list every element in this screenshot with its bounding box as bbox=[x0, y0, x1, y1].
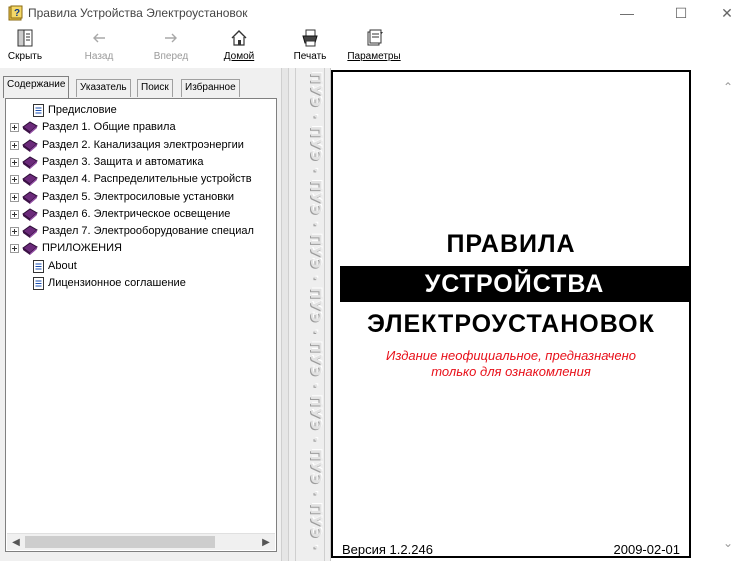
tree-item-label: ПРИЛОЖЕНИЯ bbox=[42, 242, 122, 255]
tree-item-label: Лицензионное соглашение bbox=[48, 277, 186, 289]
toolbar: Скрыть Назад Вперед Домой Печать Парамет… bbox=[0, 26, 750, 68]
print-button[interactable]: Печать bbox=[290, 28, 330, 66]
tree-item-label: Раздел 6. Электрическое освещение bbox=[42, 207, 231, 220]
tree-item[interactable]: Предисловие bbox=[6, 102, 274, 119]
forward-button[interactable]: Вперед bbox=[150, 28, 192, 66]
scroll-right-icon[interactable]: ▶ bbox=[259, 534, 273, 551]
maximize-button[interactable]: ☐ bbox=[658, 0, 704, 26]
tree-item[interactable]: Раздел 6. Электрическое освещение bbox=[6, 206, 274, 223]
scroll-thumb[interactable] bbox=[25, 536, 215, 548]
pane-splitter[interactable] bbox=[281, 68, 289, 561]
tree-item[interactable]: Раздел 1. Общие правила bbox=[6, 119, 274, 136]
svg-text:?: ? bbox=[14, 8, 20, 19]
expand-icon[interactable] bbox=[10, 157, 19, 167]
book-icon bbox=[22, 225, 38, 239]
tree-item-label: Раздел 1. Общие правила bbox=[42, 121, 176, 134]
close-button[interactable]: ✕ bbox=[704, 0, 750, 26]
book-icon bbox=[22, 208, 38, 221]
tree-item[interactable]: Лицензионное соглашение bbox=[6, 275, 274, 292]
forward-label: Вперед bbox=[153, 51, 189, 62]
print-label: Печать bbox=[293, 51, 327, 62]
tree-item[interactable]: Раздел 2. Канализация электроэнергии bbox=[6, 137, 274, 154]
window-title: Правила Устройства Электроустановок bbox=[28, 6, 248, 20]
tab-index[interactable]: Указатель bbox=[76, 79, 131, 97]
tree-item-label: Раздел 3. Защита и автоматика bbox=[42, 155, 204, 168]
tree-item[interactable]: ПРИЛОЖЕНИЯ bbox=[6, 240, 274, 257]
scroll-left-icon[interactable]: ◀ bbox=[9, 534, 23, 551]
tree-item-label: Раздел 2. Канализация электроэнергии bbox=[42, 138, 244, 151]
tree-item[interactable]: Раздел 3. Защита и автоматика bbox=[6, 154, 274, 171]
back-label: Назад bbox=[84, 51, 114, 62]
help-book-icon: ? bbox=[8, 5, 23, 21]
tree-item-label: Раздел 4. Распределительные устройств bbox=[42, 173, 252, 186]
minimize-button[interactable]: — bbox=[604, 0, 650, 26]
options-label: Параметры bbox=[347, 51, 401, 62]
cover-note-line2: только для ознакомления bbox=[431, 364, 591, 379]
cover-title-line3: ЭЛЕКТРОУСТАНОВОК bbox=[367, 310, 655, 338]
cover-note: Издание неофициальное, предназначено тол… bbox=[333, 348, 689, 380]
home-icon bbox=[231, 30, 247, 46]
content-pane: ПУЭ · ПУЭ · ПУЭ · ПУЭ · ПУЭ · ПУЭ · ПУЭ … bbox=[289, 68, 750, 561]
printer-icon bbox=[302, 29, 318, 47]
expand-icon[interactable] bbox=[10, 209, 19, 219]
hide-button[interactable]: Скрыть bbox=[6, 28, 44, 66]
expand-icon[interactable] bbox=[10, 140, 19, 150]
page-icon bbox=[33, 259, 44, 273]
tree-item-label: Предисловие bbox=[48, 104, 117, 116]
cover-page: ПРАВИЛА УСТРОЙСТВА ЭЛЕКТРОУСТАНОВОК Изда… bbox=[331, 70, 691, 558]
scroll-up-icon[interactable]: ⌃ bbox=[723, 80, 733, 94]
expand-icon[interactable] bbox=[10, 227, 19, 237]
book-icon bbox=[22, 139, 38, 152]
decorative-strip: ПУЭ · ПУЭ · ПУЭ · ПУЭ · ПУЭ · ПУЭ · ПУЭ … bbox=[289, 68, 331, 561]
tab-contents[interactable]: Содержание bbox=[3, 76, 70, 98]
page-icon bbox=[33, 104, 44, 117]
tree-item[interactable]: Раздел 5. Электросиловые установки bbox=[6, 189, 274, 206]
tree-item[interactable]: Раздел 7. Электрооборудование специал bbox=[6, 223, 274, 240]
contents-tree: Предисловие Раздел 1. Общие правила Раздел… bbox=[5, 98, 277, 552]
options-icon bbox=[367, 29, 383, 46]
horizontal-scrollbar[interactable]: ◀ ▶ bbox=[7, 533, 275, 550]
title-bar: ? Правила Устройства Электроустановок — … bbox=[0, 0, 750, 26]
options-button[interactable]: Параметры bbox=[346, 28, 402, 66]
book-icon bbox=[22, 173, 38, 187]
book-icon bbox=[22, 156, 38, 169]
expand-icon[interactable] bbox=[10, 244, 19, 254]
book-icon bbox=[22, 242, 38, 256]
expand-icon[interactable] bbox=[10, 192, 19, 202]
hide-pane-icon bbox=[17, 29, 33, 47]
tab-search[interactable]: Поиск bbox=[137, 79, 173, 97]
tree-item[interactable]: About bbox=[6, 258, 274, 275]
tree-item-label: Раздел 7. Электрооборудование специал bbox=[42, 225, 254, 238]
tab-favorites[interactable]: Избранное bbox=[181, 79, 240, 97]
tree-item-label: Раздел 5. Электросиловые установки bbox=[42, 190, 235, 203]
strip-watermark-text: ПУЭ · ПУЭ · ПУЭ · ПУЭ · ПУЭ · ПУЭ · ПУЭ … bbox=[307, 72, 323, 552]
book-icon bbox=[22, 190, 38, 204]
tree-item[interactable]: Раздел 4. Распределительные устройств bbox=[6, 171, 274, 188]
tree-item-label: About bbox=[48, 259, 77, 272]
hide-label: Скрыть bbox=[7, 51, 43, 62]
cover-title-line2: УСТРОЙСТВА bbox=[340, 266, 689, 302]
navigation-pane: Содержание Указатель Поиск Избранное Пре… bbox=[0, 68, 281, 561]
home-label: Домой bbox=[223, 51, 255, 62]
scroll-down-icon[interactable]: ⌄ bbox=[723, 536, 733, 550]
cover-title-line1: ПРАВИЛА bbox=[446, 230, 576, 258]
cover-date: 2009-02-01 bbox=[613, 542, 681, 557]
cover-note-line1: Издание неофициальное, предназначено bbox=[386, 348, 636, 363]
vertical-scrollbar[interactable]: ⌃ ⌄ bbox=[711, 68, 750, 561]
arrow-right-icon bbox=[165, 33, 177, 43]
cover-version: Версия 1.2.246 bbox=[342, 542, 433, 557]
home-button[interactable]: Домой bbox=[220, 28, 258, 66]
book-icon bbox=[22, 121, 38, 135]
page-icon bbox=[33, 277, 44, 290]
expand-icon[interactable] bbox=[10, 175, 19, 185]
expand-icon[interactable] bbox=[10, 123, 19, 133]
back-button[interactable]: Назад bbox=[80, 28, 118, 66]
arrow-left-icon bbox=[93, 33, 105, 43]
